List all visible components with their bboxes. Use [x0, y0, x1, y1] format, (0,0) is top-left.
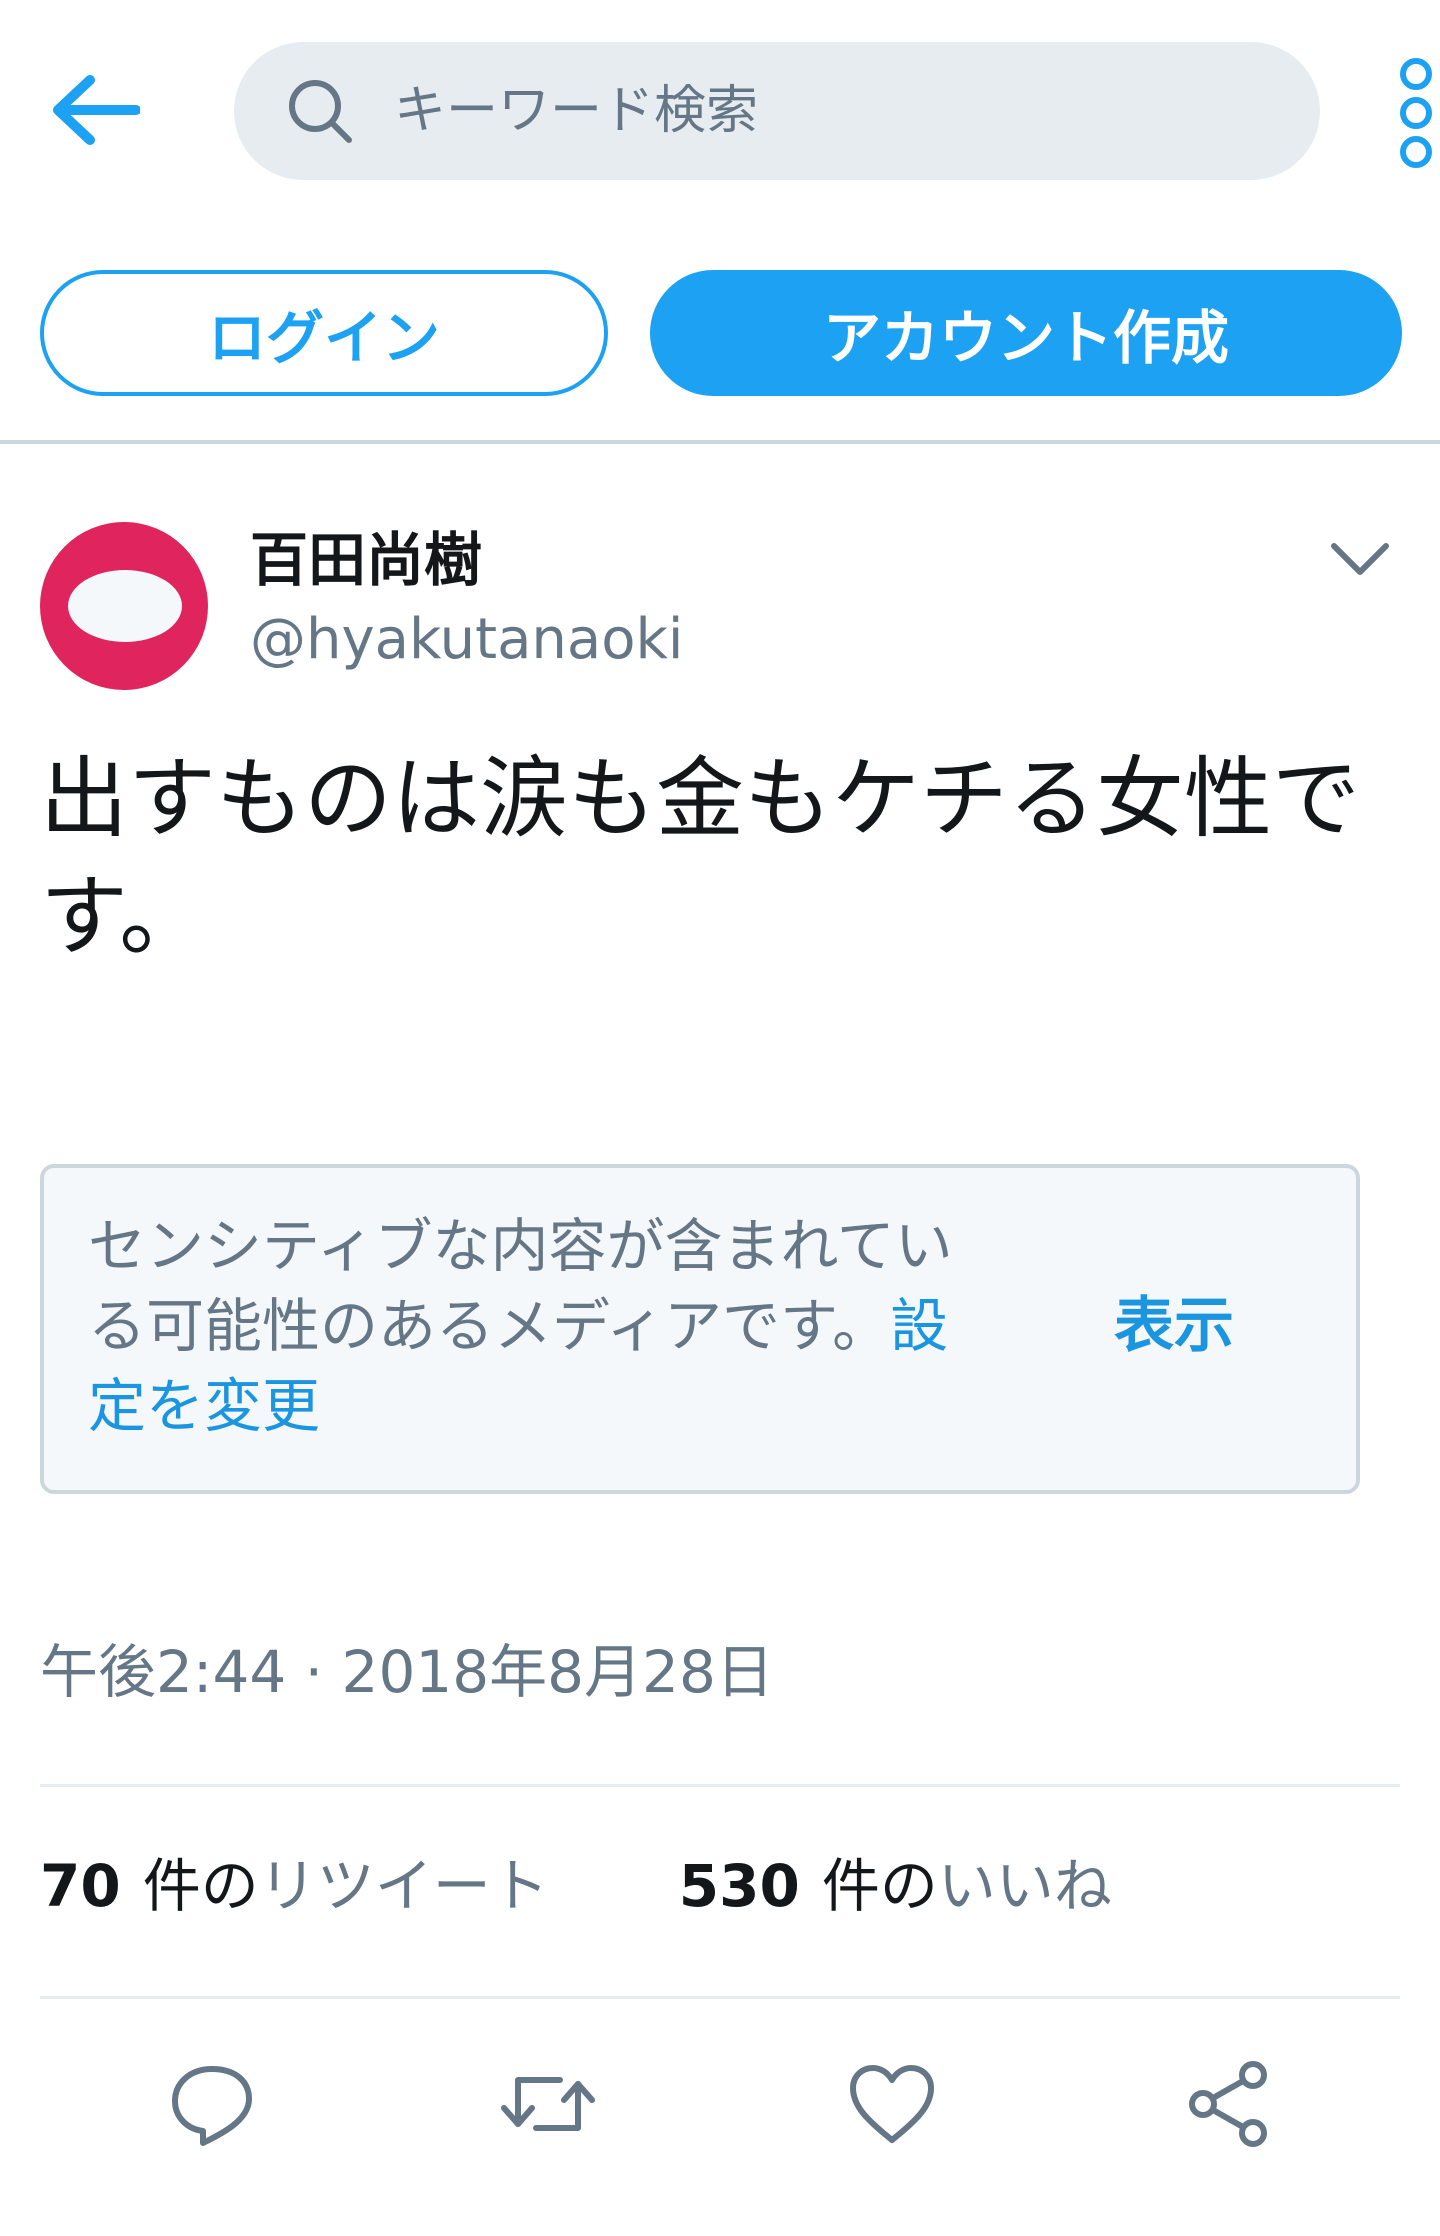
retweet-label: リツイート — [258, 1852, 549, 1920]
header-divider — [0, 440, 1440, 444]
retweet-count-link[interactable]: 70 件の リツイート — [40, 1846, 549, 1926]
show-media-button[interactable]: 表示 — [1114, 1286, 1234, 1366]
login-button[interactable]: ログイン — [40, 270, 608, 396]
tweet-timestamp[interactable]: 午後2:44 · 2018年8月28日 — [40, 1632, 774, 1712]
create-account-button[interactable]: アカウント作成 — [650, 270, 1402, 396]
user-handle[interactable]: @hyakutanaoki — [250, 600, 683, 680]
tweet-stats: 70 件の リツイート 530 件の いいね — [40, 1846, 1112, 1926]
retweet-icon — [501, 2077, 595, 2131]
divider — [40, 1784, 1400, 1787]
share-button[interactable] — [1180, 2054, 1280, 2154]
share-icon — [1189, 2061, 1267, 2147]
retweet-count: 70 — [40, 1852, 121, 1920]
like-button[interactable] — [842, 2054, 942, 2154]
tweet-text: 出すものは涙も金もケチる女性です。 — [40, 747, 1361, 968]
avatar[interactable] — [40, 522, 208, 690]
divider — [40, 1996, 1400, 1999]
retweet-label-prefix: 件の — [142, 1852, 259, 1920]
display-name[interactable]: 百田尚樹 — [250, 520, 482, 600]
sensitive-message-text: センシティブな内容が含まれている可能性のあるメディアです。 — [88, 1212, 953, 1360]
sensitive-media-message: センシティブな内容が含まれている可能性のあるメディアです。設定を変更 — [88, 1206, 968, 1446]
search-icon — [284, 75, 356, 147]
sensitive-media-warning: センシティブな内容が含まれている可能性のあるメディアです。設定を変更 表示 — [40, 1164, 1360, 1494]
more-menu-button[interactable] — [1392, 58, 1440, 168]
like-label: いいね — [937, 1852, 1112, 1920]
like-count-link[interactable]: 530 件の いいね — [679, 1846, 1112, 1926]
chevron-down-icon — [1331, 543, 1389, 575]
tweet-options-button[interactable] — [1320, 520, 1400, 600]
more-vertical-icon — [1400, 136, 1432, 168]
retweet-button[interactable] — [498, 2054, 598, 2154]
like-label-prefix: 件の — [821, 1852, 938, 1920]
avatar-image — [68, 570, 182, 642]
back-button[interactable] — [40, 60, 150, 160]
search-bar[interactable] — [234, 41, 1320, 181]
search-input[interactable] — [392, 41, 1320, 181]
reply-button[interactable] — [162, 2054, 262, 2154]
arrow-left-icon — [53, 75, 140, 145]
like-count: 530 — [678, 1852, 800, 1920]
heart-icon — [850, 2065, 934, 2143]
reply-icon — [172, 2066, 252, 2146]
more-vertical-icon — [1400, 58, 1432, 90]
more-vertical-icon — [1400, 97, 1432, 129]
